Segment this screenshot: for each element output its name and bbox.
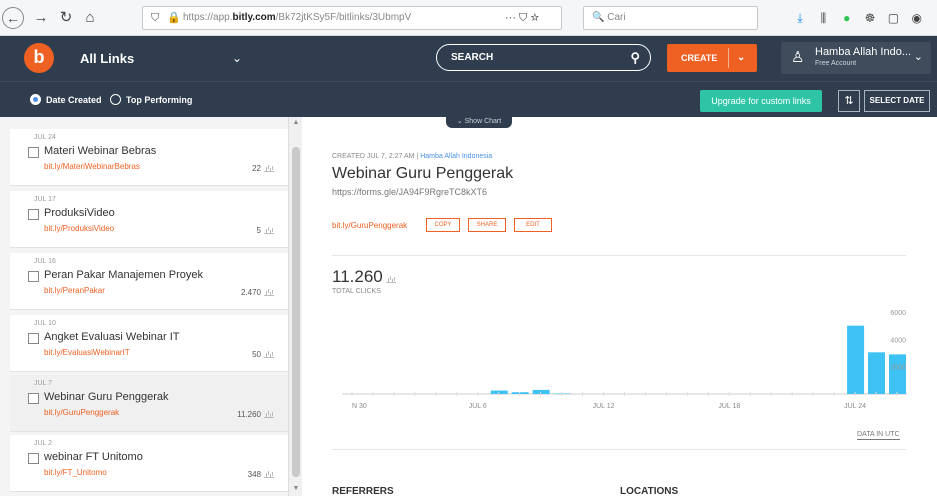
filter-icon[interactable]: ⇅ xyxy=(838,90,860,112)
lock-icon: 🔒 xyxy=(167,12,181,24)
links-list: JUL 24 Materi Webinar Bebras bit.ly/Mate… xyxy=(0,117,302,496)
date-created-radio[interactable] xyxy=(30,94,41,105)
link-detail: CREATED JUL 7, 2:27 AM | Hamba Allah Ind… xyxy=(302,117,937,496)
bar-chart-icon xyxy=(264,289,274,296)
bar-chart-icon xyxy=(264,227,274,234)
locations-heading: LOCATIONS xyxy=(620,486,679,496)
upgrade-button[interactable]: Upgrade for custom links xyxy=(700,90,822,112)
select-checkbox[interactable] xyxy=(28,393,39,404)
list-item[interactable]: JUL 10 Angket Evaluasi Webinar IT bit.ly… xyxy=(10,315,288,372)
list-item-selected[interactable]: JUL 7 Webinar Guru Penggerak bit.ly/Guru… xyxy=(10,375,288,432)
list-item[interactable]: JUL 24 Materi Webinar Bebras bit.ly/Mate… xyxy=(10,129,288,186)
browser-toolbar: ← → ↻ ⌂ ⛉ 🔒 https://app.bitly.com/Bk72jt… xyxy=(0,0,937,36)
account-icon[interactable]: ◉ xyxy=(907,6,927,30)
search-icon: ⚲ xyxy=(630,50,640,65)
address-bar[interactable]: ⛉ 🔒 https://app.bitly.com/Bk72jtKSy5F/bi… xyxy=(142,6,562,30)
menu-icon[interactable]: ≡ xyxy=(930,6,937,30)
click-count: 50 xyxy=(252,350,274,359)
select-checkbox[interactable] xyxy=(28,147,39,158)
share-button[interactable]: SHARE xyxy=(468,218,506,232)
toolbar-icons: ⤓ ⫼ ● ☸ ▢ ◉ ≡ xyxy=(790,6,937,30)
long-url[interactable]: https://forms.gle/JA94F9RgreTC8kXT6 xyxy=(332,187,487,197)
user-icon: ♙ xyxy=(791,49,805,66)
chart-bar[interactable] xyxy=(889,354,906,394)
x-tick-label: JUL 12 xyxy=(593,403,615,410)
copy-button[interactable]: COPY xyxy=(426,218,460,232)
clicks-chart: 6000 4000 2000 N 30 JUL 6 JUL 12 JUL 18 JUL 24 xyxy=(342,310,907,410)
back-icon[interactable]: ← xyxy=(2,7,24,29)
y-tick-label: 2000 xyxy=(890,365,906,372)
chart-bar[interactable] xyxy=(868,352,886,394)
chart-bar[interactable] xyxy=(511,392,529,394)
bitly-logo[interactable]: b xyxy=(24,43,54,73)
click-count: 348 xyxy=(248,470,274,479)
reload-icon[interactable]: ↻ xyxy=(55,8,77,28)
bar-chart-icon xyxy=(264,411,274,418)
page-actions[interactable]: ··· ⛉ ☆ xyxy=(505,6,539,30)
x-tick-label: JUL 24 xyxy=(844,403,866,410)
chevron-down-icon[interactable]: ⌄ xyxy=(737,44,745,72)
library-icon[interactable]: ⫼ xyxy=(813,6,833,30)
url-text: https://app.bitly.com/Bk72jtKSy5F/bitlin… xyxy=(183,12,412,23)
click-count: 11.260 xyxy=(237,410,274,419)
scroll-up-icon[interactable]: ▲ xyxy=(289,119,303,126)
chevron-down-icon: ⌄ xyxy=(913,51,923,63)
link-title: Webinar Guru Penggerak xyxy=(332,165,514,182)
account-menu[interactable]: ♙ Hamba Allah Indo... Free Account ⌄ xyxy=(781,42,931,74)
bar-chart-icon xyxy=(264,471,274,478)
click-count: 5 xyxy=(257,226,274,235)
list-item[interactable]: JUL 16 Peran Pakar Manajemen Proyek bit.… xyxy=(10,253,288,310)
extension-icon[interactable]: ● xyxy=(837,6,857,30)
all-links-dropdown[interactable]: All Links xyxy=(80,36,134,81)
forward-icon[interactable]: → xyxy=(30,8,52,28)
shield-icon: ⛉ xyxy=(151,12,160,24)
list-scrollbar[interactable]: ▲ ▼ xyxy=(288,117,302,496)
date-created-label[interactable]: Date Created xyxy=(46,82,102,118)
y-tick-label: 6000 xyxy=(890,310,906,317)
y-tick-label: 4000 xyxy=(890,337,906,344)
divider xyxy=(332,449,906,450)
select-checkbox[interactable] xyxy=(28,209,39,220)
chart-bar[interactable] xyxy=(847,325,865,394)
referrers-heading: REFERRERS xyxy=(332,486,394,496)
scroll-thumb[interactable] xyxy=(292,147,300,477)
click-count: 22 xyxy=(252,164,274,173)
reader-icon[interactable]: ▢ xyxy=(883,6,903,30)
bar-chart-icon xyxy=(264,165,274,172)
total-clicks-value: 11.260 xyxy=(332,267,396,287)
scroll-down-icon[interactable]: ▼ xyxy=(289,485,303,492)
top-performing-label[interactable]: Top Performing xyxy=(126,82,192,118)
click-count: 2.470 xyxy=(241,288,274,297)
edit-button[interactable]: EDIT xyxy=(514,218,552,232)
browser-search-input[interactable]: 🔍 Cari xyxy=(583,6,758,30)
x-tick-label: N 30 xyxy=(352,403,367,410)
bar-chart-icon xyxy=(385,276,396,283)
short-link[interactable]: bit.ly/GuruPenggerak xyxy=(332,221,407,230)
x-tick-label: JUL 6 xyxy=(469,403,487,410)
search-button[interactable]: SEARCH ⚲ xyxy=(436,44,651,71)
created-info: CREATED JUL 7, 2:27 AM | Hamba Allah Ind… xyxy=(332,153,493,160)
app-header: b All Links ⌄ SEARCH ⚲ CREATE ⌄ ♙ Hamba … xyxy=(0,36,937,81)
top-performing-radio[interactable] xyxy=(110,94,121,105)
list-item[interactable]: JUL 17 ProduksiVideo bit.ly/ProduksiVide… xyxy=(10,191,288,248)
data-in-utc-link[interactable]: DATA IN UTC xyxy=(857,431,900,440)
bar-chart-icon xyxy=(264,351,274,358)
home-icon[interactable]: ⌂ xyxy=(79,8,101,28)
extension-icon[interactable]: ☸ xyxy=(860,6,880,30)
x-tick-label: JUL 18 xyxy=(718,403,740,410)
select-date-button[interactable]: SELECT DATE xyxy=(864,90,930,112)
list-item[interactable]: JUL 2 webinar FT Unitomo bit.ly/FT_Unito… xyxy=(10,435,288,492)
chevron-down-icon[interactable]: ⌄ xyxy=(232,36,242,81)
create-button[interactable]: CREATE ⌄ xyxy=(667,44,757,72)
select-checkbox[interactable] xyxy=(28,333,39,344)
select-checkbox[interactable] xyxy=(28,271,39,282)
download-icon[interactable]: ⤓ xyxy=(790,6,810,30)
divider xyxy=(332,255,906,256)
select-checkbox[interactable] xyxy=(28,453,39,464)
filter-bar: Date Created Top Performing Upgrade for … xyxy=(0,81,937,117)
show-chart-toggle[interactable]: ⌄ Show Chart xyxy=(446,117,512,128)
